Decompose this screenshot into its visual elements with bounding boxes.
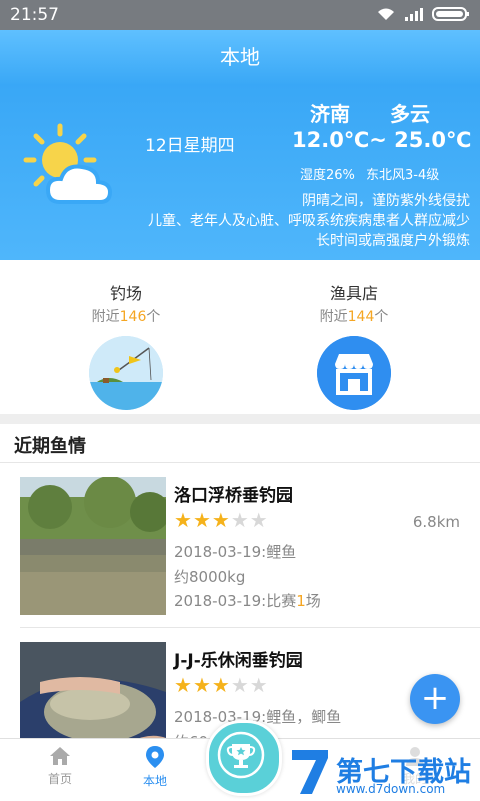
nearby-tackle-shops[interactable]: 渔具店 附近144个 <box>274 280 434 410</box>
listing-events: 2018-03-19:比赛1场 <box>174 590 321 611</box>
fishing-spot-icon <box>89 336 163 410</box>
list-divider <box>20 627 480 628</box>
tab-center-trophy[interactable] <box>206 720 282 796</box>
listing-events-prefix: 2018-03-19:比赛 <box>174 592 297 610</box>
star-filled-icon: ★ <box>192 508 212 532</box>
star-filled-icon: ★ <box>192 673 212 697</box>
listing-events-suffix: 场 <box>305 592 321 610</box>
section-title: 近期鱼情 <box>14 436 86 457</box>
watermark-logo-icon <box>292 750 328 794</box>
page-title: 本地 <box>220 45 260 69</box>
weather-advice-line: 阴晴之间，谨防紫外线侵扰 <box>302 193 470 209</box>
title-bar: 本地 <box>0 30 480 84</box>
star-empty-icon: ★ <box>230 508 250 532</box>
status-bar: 21:57 <box>0 0 480 30</box>
nearby-prefix: 附近 <box>91 309 120 325</box>
add-button[interactable]: + <box>410 674 460 724</box>
star-empty-icon: ★ <box>249 673 269 697</box>
weather-advice: 阴晴之间，谨防紫外线侵扰 儿童、老年人及心脏、呼吸系统疾病患者人群应减少 长时间… <box>90 191 470 251</box>
nearby-count: 附近144个 <box>274 306 434 326</box>
home-icon <box>50 747 70 765</box>
nearby-suffix: 个 <box>146 309 161 325</box>
section-header: 近期鱼情 <box>0 424 480 463</box>
status-icons <box>376 6 470 22</box>
signal-icon <box>405 8 423 21</box>
listing-name: 洛口浮桥垂钓园 <box>174 486 293 506</box>
tab-local[interactable]: 本地 <box>120 745 190 789</box>
rating-stars: ★★★★★ <box>174 508 269 532</box>
listing-events-count: 1 <box>296 592 306 610</box>
weather-panel: 12日星期四 济南 多云 12.0℃~ 25.0℃ 湿度26% 东北风3-4级 … <box>0 84 480 260</box>
weather-wind: 东北风3-4级 <box>366 168 440 183</box>
weather-date: 12日星期四 <box>145 136 235 156</box>
nearby-count-number: 144 <box>347 309 375 325</box>
weather-temperature: 12.0℃~ 25.0℃ <box>292 128 472 152</box>
tab-label: 首页 <box>47 772 72 786</box>
nearby-count: 附近146个 <box>46 306 206 326</box>
weather-humidity: 湿度26% <box>300 168 355 183</box>
wifi-icon <box>378 8 394 20</box>
nearby-prefix: 附近 <box>319 309 348 325</box>
tab-label: 本地 <box>142 774 167 788</box>
nearby-fishing-spots[interactable]: 钓场 附近146个 <box>46 280 206 410</box>
weather-advice-line: 儿童、老年人及心脏、呼吸系统疾病患者人群应减少 <box>148 213 470 229</box>
nearby-label: 钓场 <box>109 284 142 303</box>
weather-advice-line: 长时间或高强度户外锻炼 <box>316 233 470 249</box>
rating-stars: ★★★★★ <box>174 673 269 697</box>
plus-icon: + <box>420 678 450 718</box>
listing-photo <box>20 477 166 615</box>
star-filled-icon: ★ <box>174 508 193 532</box>
nearby-count-number: 146 <box>119 309 147 325</box>
listing-weight: 约8000kg <box>174 568 246 586</box>
watermark-url: www.d7down.com <box>336 782 446 796</box>
tab-home[interactable]: 首页 <box>25 745 95 787</box>
star-filled-icon: ★ <box>174 673 193 697</box>
trophy-icon <box>217 731 265 779</box>
battery-icon <box>432 7 469 21</box>
section-divider <box>0 414 480 424</box>
star-empty-icon: ★ <box>249 508 269 532</box>
weather-condition: 多云 <box>390 102 430 126</box>
listing-card[interactable]: 洛口浮桥垂钓园 ★★★★★ 6.8km 2018-03-19:鲤鱼 约8000k… <box>0 465 480 615</box>
listing-name: J-J-乐休闲垂钓园 <box>174 651 303 671</box>
nearby-section: 钓场 附近146个 渔具店 附近144个 <box>0 260 480 414</box>
location-pin-icon <box>146 746 164 768</box>
status-time: 21:57 <box>10 5 59 25</box>
star-filled-icon: ★ <box>211 508 231 532</box>
nearby-label: 渔具店 <box>329 284 378 303</box>
watermark: 第七下载站 www.d7down.com <box>288 744 480 800</box>
star-empty-icon: ★ <box>230 673 250 697</box>
weather-city: 济南 <box>310 102 350 126</box>
shop-icon <box>317 336 391 410</box>
listing-catch: 2018-03-19:鲤鱼 <box>174 543 297 561</box>
listing-distance: 6.8km <box>412 513 460 531</box>
star-filled-icon: ★ <box>211 673 231 697</box>
nearby-suffix: 个 <box>374 309 389 325</box>
